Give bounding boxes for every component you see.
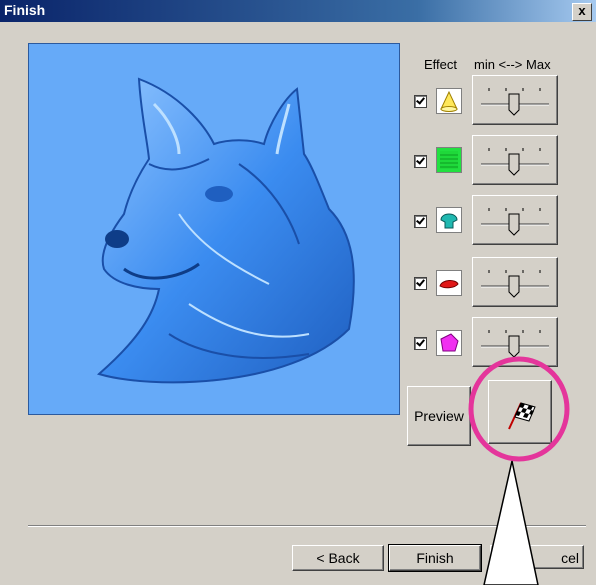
- preview-button[interactable]: Preview: [407, 386, 471, 446]
- slider-track-icon: [481, 270, 549, 298]
- effect-light-slider[interactable]: [472, 75, 558, 125]
- effect-shape-slider[interactable]: [472, 195, 558, 245]
- slider-track-icon: [481, 88, 549, 116]
- effect-texture-slider[interactable]: [472, 135, 558, 185]
- green-texture-icon: [436, 147, 462, 173]
- finish-flag-button[interactable]: [488, 380, 552, 444]
- effect-light-checkbox[interactable]: [414, 95, 427, 108]
- effect-color-slider[interactable]: [472, 257, 558, 307]
- effect-shape-checkbox[interactable]: [414, 215, 427, 228]
- slider-track-icon: [481, 148, 549, 176]
- dog-relief-icon: [96, 77, 355, 384]
- effect-header: Effect: [424, 57, 458, 72]
- footer-divider: [28, 525, 586, 527]
- close-button[interactable]: x: [572, 3, 592, 21]
- checkered-flag-icon: [508, 402, 536, 430]
- title-bar: Finish x: [0, 0, 596, 22]
- effect-texture-checkbox[interactable]: [414, 155, 427, 168]
- finish-button[interactable]: Finish: [388, 544, 482, 572]
- slider-track-icon: [481, 208, 549, 236]
- teal-shape-icon: [436, 207, 462, 233]
- window-title: Finish: [4, 2, 46, 18]
- effect-finish-slider[interactable]: [472, 317, 558, 367]
- range-header: min <--> Max: [474, 57, 551, 72]
- slider-track-icon: [481, 330, 549, 358]
- finish-dialog: Finish x Effect min <--> Max Preview < B…: [0, 0, 596, 585]
- relief-preview-image: [28, 43, 400, 415]
- magenta-shape-icon: [436, 330, 462, 356]
- back-button[interactable]: < Back: [292, 545, 384, 571]
- effect-finish-checkbox[interactable]: [414, 337, 427, 350]
- effect-color-checkbox[interactable]: [414, 277, 427, 290]
- red-shape-icon: [436, 270, 462, 296]
- cancel-button[interactable]: cel: [490, 545, 584, 569]
- light-cone-icon: [436, 88, 462, 114]
